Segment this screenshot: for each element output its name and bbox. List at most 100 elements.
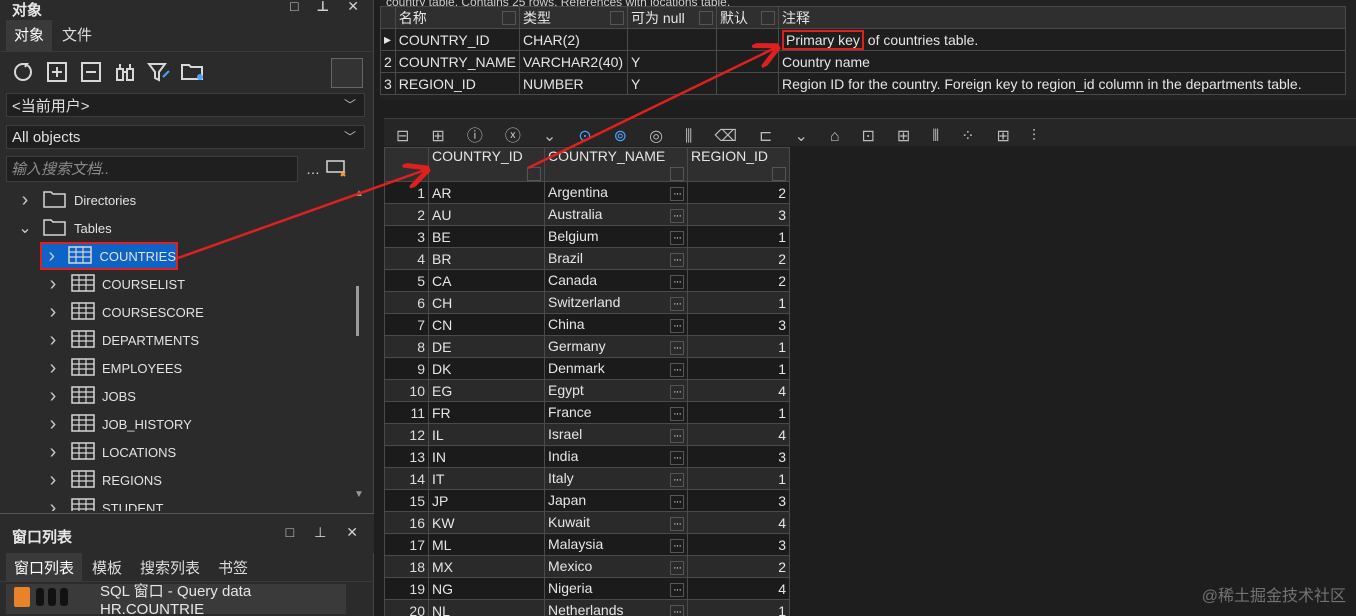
cell-region-id[interactable]: 1 (687, 357, 790, 380)
chevron-right-icon[interactable]: › (42, 301, 64, 324)
cell-editor-button[interactable]: ··· (670, 429, 684, 443)
table-row[interactable]: 12 IL Israel ··· 4 (384, 423, 790, 446)
cell-editor-button[interactable]: ··· (670, 275, 684, 289)
binoculars-icon[interactable] (112, 59, 138, 85)
cell-country-name[interactable]: Germany ··· (544, 335, 688, 358)
table-row[interactable]: 15 JP Japan ··· 3 (384, 489, 790, 512)
cell-editor-button[interactable]: ··· (670, 319, 684, 333)
cell-region-id[interactable]: 2 (687, 247, 790, 270)
tab-objects[interactable]: 对象 (6, 20, 53, 51)
cell-country-id[interactable]: MX (428, 555, 545, 578)
group-icon[interactable]: ⁘ (961, 126, 974, 146)
cell-editor-button[interactable]: ··· (670, 583, 684, 597)
chevron-right-icon[interactable]: › (42, 497, 64, 512)
cell-country-name[interactable]: Egypt ··· (544, 379, 688, 402)
cell-region-id[interactable]: 3 (687, 489, 790, 512)
chart-icon[interactable]: ⫴ (932, 128, 939, 146)
user-select[interactable]: <当前用户> ﹀ (6, 93, 365, 117)
cell-country-name[interactable]: Brazil ··· (544, 247, 688, 270)
cell-country-id[interactable]: NG (428, 577, 545, 600)
cell-country-name[interactable]: Switzerland ··· (544, 291, 688, 314)
scroll-down-icon[interactable]: ▼ (354, 489, 364, 500)
table-row[interactable]: 2 AU Australia ··· 3 (384, 203, 790, 226)
cell-country-id[interactable]: BR (428, 247, 545, 270)
refresh-icon[interactable] (10, 59, 36, 85)
column-header-nullable[interactable]: 可为 null (627, 6, 717, 29)
columns-icon[interactable]: ⫼ (685, 128, 692, 146)
column-default[interactable] (716, 72, 779, 95)
column-row[interactable]: ▸ COUNTRY_ID CHAR(2) Primary key of coun… (380, 28, 1346, 51)
chevron-down-icon[interactable]: ⌄ (14, 218, 36, 238)
column-default[interactable] (716, 50, 779, 73)
cell-country-name[interactable]: Argentina ··· (544, 181, 688, 204)
expand-all-icon[interactable] (44, 59, 70, 85)
cell-region-id[interactable]: 2 (687, 555, 790, 578)
filter-icon[interactable] (146, 59, 172, 85)
lock-icon[interactable]: ⌂ (830, 128, 840, 146)
cell-country-name[interactable]: Kuwait ··· (544, 511, 688, 534)
table-row[interactable]: 8 DE Germany ··· 1 (384, 335, 790, 358)
column-row[interactable]: 2 COUNTRY_NAME VARCHAR2(40) Y Country na… (380, 50, 1346, 73)
cell-region-id[interactable]: 2 (687, 181, 790, 204)
maximize-icon[interactable]: □ (286, 524, 294, 541)
tree-table-departments[interactable]: › DEPARTMENTS (42, 326, 199, 354)
row-number[interactable]: 15 (384, 489, 429, 512)
cell-region-id[interactable]: 3 (687, 445, 790, 468)
cell-region-id[interactable]: 2 (687, 269, 790, 292)
cell-country-id[interactable]: CN (428, 313, 545, 336)
column-nullable[interactable]: Y (627, 72, 717, 95)
cell-country-id[interactable]: IL (428, 423, 545, 446)
row-number[interactable]: 20 (384, 599, 429, 616)
pin-icon[interactable]: ⊥ (316, 0, 329, 15)
cell-region-id[interactable]: 3 (687, 313, 790, 336)
cell-editor-button[interactable]: ··· (670, 407, 684, 421)
cell-editor-button[interactable]: ··· (670, 363, 684, 377)
row-number[interactable]: 13 (384, 445, 429, 468)
cell-editor-button[interactable]: ··· (670, 253, 684, 267)
table-row[interactable]: 13 IN India ··· 3 (384, 445, 790, 468)
column-name[interactable]: REGION_ID (394, 72, 521, 95)
export-icon[interactable]: ⊏ (759, 126, 772, 146)
column-nullable[interactable]: Y (627, 50, 717, 73)
chevron-right-icon[interactable]: › (42, 441, 64, 464)
chevron-right-icon[interactable]: › (42, 329, 64, 352)
search-options-icon[interactable] (326, 158, 348, 181)
chevron-right-icon[interactable]: › (14, 189, 36, 212)
search-input[interactable] (6, 156, 298, 182)
cell-country-id[interactable]: JP (428, 489, 545, 512)
more-options-icon[interactable]: … (306, 161, 320, 177)
table-row[interactable]: 6 CH Switzerland ··· 1 (384, 291, 790, 314)
color-box[interactable] (331, 58, 363, 88)
tree-folder-tables[interactable]: ⌄ Tables (14, 214, 112, 242)
search-grid-icon[interactable]: ◎ (649, 126, 663, 146)
tree-table-coursescore[interactable]: › COURSESCORE (42, 298, 204, 326)
cell-country-id[interactable]: DE (428, 335, 545, 358)
row-number[interactable]: 8 (384, 335, 429, 358)
cell-country-name[interactable]: Netherlands ··· (544, 599, 688, 616)
row-number[interactable]: 19 (384, 577, 429, 600)
close-icon[interactable]: ✕ (346, 524, 358, 541)
cell-country-name[interactable]: France ··· (544, 401, 688, 424)
table-row[interactable]: 16 KW Kuwait ··· 4 (384, 511, 790, 534)
delete-row-icon[interactable]: ⓧ (505, 122, 521, 146)
row-number[interactable]: 1 (384, 181, 429, 204)
table-row[interactable]: 4 BR Brazil ··· 2 (384, 247, 790, 270)
cell-country-id[interactable]: CH (428, 291, 545, 314)
table-row[interactable]: 17 ML Malaysia ··· 3 (384, 533, 790, 556)
cell-region-id[interactable]: 4 (687, 423, 790, 446)
row-number[interactable]: 11 (384, 401, 429, 424)
chevron-right-icon[interactable]: › (42, 273, 64, 296)
cell-country-name[interactable]: Nigeria ··· (544, 577, 688, 600)
tree-table-job-history[interactable]: › JOB_HISTORY (42, 410, 192, 438)
cell-country-name[interactable]: Australia ··· (544, 203, 688, 226)
row-number[interactable]: 16 (384, 511, 429, 534)
table-row[interactable]: 18 MX Mexico ··· 2 (384, 555, 790, 578)
collapse-all-icon[interactable] (78, 59, 104, 85)
cell-editor-button[interactable]: ··· (670, 605, 684, 616)
clear-icon[interactable]: ⌫ (714, 126, 737, 146)
row-number[interactable]: 18 (384, 555, 429, 578)
cell-region-id[interactable]: 1 (687, 467, 790, 490)
tree-folder-directories[interactable]: › Directories (14, 186, 136, 214)
cell-region-id[interactable]: 1 (687, 599, 790, 616)
cell-country-id[interactable]: FR (428, 401, 545, 424)
